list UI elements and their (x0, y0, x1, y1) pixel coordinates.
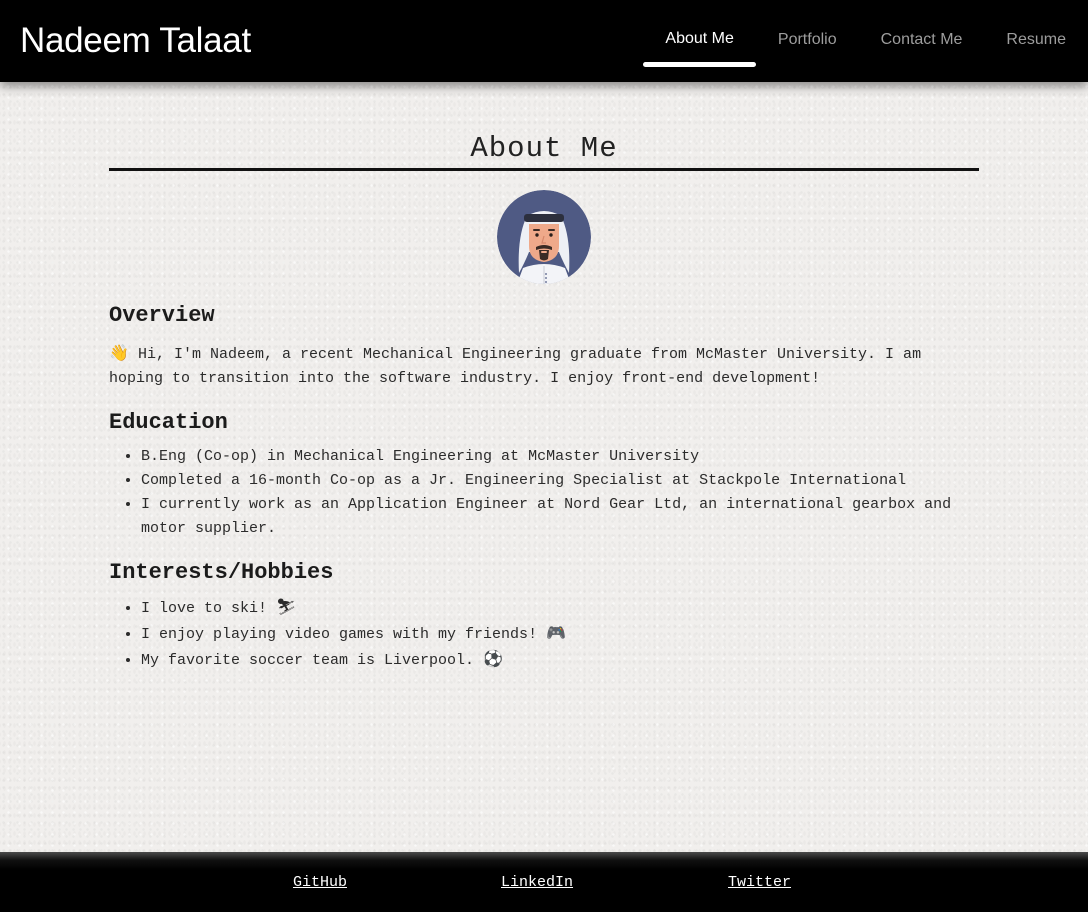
overview-text: 👋 Hi, I'm Nadeem, a recent Mechanical En… (109, 341, 979, 391)
avatar-keffiyeh-man-icon (497, 190, 591, 284)
linkedin-link[interactable]: LinkedIn (501, 874, 573, 892)
education-list: B.Eng (Co-op) in Mechanical Engineering … (109, 445, 979, 541)
interests-list: I love to ski! ⛷ I enjoy playing video g… (109, 595, 979, 673)
education-heading: Education (109, 410, 228, 435)
nav-contact-me[interactable]: Contact Me (859, 0, 985, 82)
list-item: I love to ski! ⛷ (141, 595, 979, 621)
list-item: Completed a 16-month Co-op as a Jr. Engi… (141, 469, 979, 493)
twitter-link[interactable]: Twitter (728, 874, 791, 892)
list-item: I currently work as an Application Engin… (141, 493, 979, 541)
interests-heading: Interests/Hobbies (109, 560, 334, 585)
overview-heading: Overview (109, 303, 215, 328)
game-controller-icon: 🎮 (546, 623, 567, 642)
list-item: I enjoy playing video games with my frie… (141, 621, 979, 647)
site-footer: GitHub LinkedIn Twitter (0, 852, 1088, 912)
overview-body: Hi, I'm Nadeem, a recent Mechanical Engi… (109, 346, 922, 387)
skier-icon: ⛷ (276, 597, 297, 616)
nav-about-me[interactable]: About Me (643, 0, 757, 82)
interest-text: My favorite soccer team is Liverpool. (141, 652, 475, 669)
main-nav: About Me Portfolio Contact Me Resume (643, 0, 1088, 82)
title-divider (109, 168, 979, 171)
page-title: About Me (470, 132, 618, 165)
site-header: Nadeem Talaat About Me Portfolio Contact… (0, 0, 1088, 82)
nav-portfolio[interactable]: Portfolio (756, 0, 859, 82)
interest-text: I enjoy playing video games with my frie… (141, 626, 538, 643)
nav-resume[interactable]: Resume (984, 0, 1088, 82)
soccer-ball-icon: ⚽ (483, 649, 503, 668)
avatar-container (109, 190, 979, 284)
about-section: About Me Overview 👋 Hi, I'm Nadeem, a re… (109, 130, 979, 673)
list-item: My favorite soccer team is Liverpool. ⚽ (141, 647, 979, 673)
site-brand[interactable]: Nadeem Talaat (20, 20, 251, 62)
interest-text: I love to ski! (141, 600, 268, 617)
list-item: B.Eng (Co-op) in Mechanical Engineering … (141, 445, 979, 469)
github-link[interactable]: GitHub (293, 874, 347, 892)
waving-hand-icon: 👋 (109, 343, 129, 362)
